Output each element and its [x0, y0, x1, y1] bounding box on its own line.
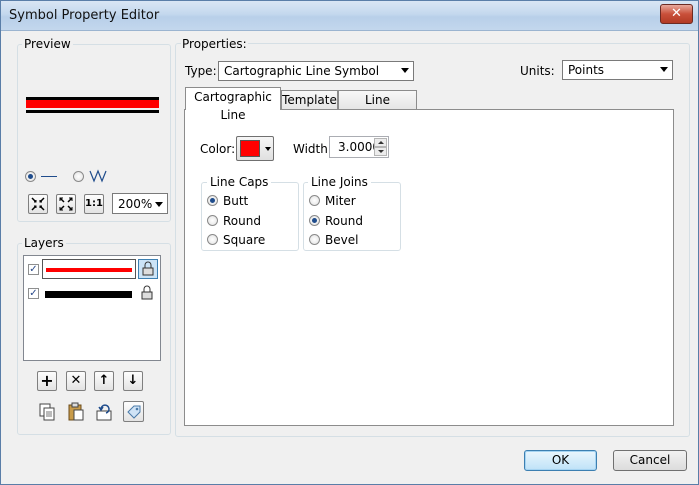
window-title: Symbol Property Editor	[9, 8, 160, 23]
layer-swatch	[42, 259, 136, 279]
zoom-select[interactable]: 200%	[112, 193, 168, 214]
color-picker-button[interactable]	[236, 136, 274, 161]
properties-label: Properties:	[181, 37, 248, 51]
color-label: Color:	[200, 142, 236, 156]
width-spinner[interactable]: 3.0000	[329, 136, 389, 158]
zoom-fit-icon	[59, 197, 73, 211]
zoom-in-icon	[31, 197, 45, 211]
line-mode-icon	[41, 176, 57, 177]
cap-square-radio[interactable]	[207, 234, 218, 245]
join-bevel-label: Bevel	[325, 233, 359, 247]
move-layer-up-button[interactable]: ↑	[94, 371, 114, 391]
actual-size-icon: 1:1	[85, 198, 103, 209]
line-caps-label: Line Caps	[207, 175, 272, 189]
zigzag-mode-icon	[89, 169, 107, 183]
type-select[interactable]: Cartographic Line Symbol	[218, 61, 414, 81]
cap-round-radio[interactable]	[207, 215, 218, 226]
join-miter-radio[interactable]	[309, 195, 320, 206]
lock-icon	[142, 261, 154, 276]
preview-line-bottom	[26, 110, 159, 113]
chevron-down-icon	[378, 150, 384, 153]
preview-label: Preview	[22, 37, 73, 51]
units-select[interactable]: Points	[562, 60, 673, 80]
paste-layer-button[interactable]	[66, 402, 86, 422]
layer-lock-button[interactable]	[138, 259, 158, 279]
preview-mode-zigzag-radio[interactable]	[73, 171, 84, 182]
cancel-button[interactable]: Cancel	[613, 450, 687, 471]
type-value: Cartographic Line Symbol	[224, 64, 380, 78]
cap-butt-label: Butt	[223, 194, 249, 208]
copy-icon	[39, 403, 55, 421]
tab-template[interactable]: Template	[281, 90, 338, 109]
move-layer-down-button[interactable]: ↓	[123, 371, 143, 391]
layers-label: Layers	[22, 236, 66, 250]
cap-square-label: Square	[223, 233, 266, 247]
paste-icon	[68, 402, 84, 421]
join-round-label: Round	[325, 214, 363, 228]
join-round-radio[interactable]	[309, 215, 320, 226]
width-spin-up[interactable]	[374, 138, 387, 147]
layer-visibility-checkbox[interactable]: ✓	[28, 264, 39, 275]
add-layer-button[interactable]: +	[37, 371, 57, 391]
join-bevel-radio[interactable]	[309, 234, 320, 245]
tag-icon	[126, 405, 140, 419]
type-label: Type:	[185, 64, 217, 78]
chevron-up-icon	[378, 141, 384, 144]
color-swatch	[240, 140, 260, 157]
preview-symbol	[26, 97, 159, 114]
lock-icon	[141, 285, 153, 300]
close-button[interactable]: ✕	[660, 4, 693, 24]
cap-butt-radio[interactable]	[207, 195, 218, 206]
join-miter-label: Miter	[325, 194, 356, 208]
width-label: Width:	[293, 142, 332, 156]
chevron-down-icon	[401, 68, 409, 73]
chevron-down-icon	[265, 147, 271, 151]
copy-layer-button[interactable]	[37, 402, 57, 422]
ok-button[interactable]: OK	[524, 450, 597, 471]
tab-line-properties[interactable]: Line Properties	[338, 90, 417, 125]
undo-icon	[96, 404, 112, 421]
actual-size-button[interactable]: 1:1	[84, 194, 104, 214]
zoom-fit-button[interactable]	[56, 194, 76, 214]
symbol-property-editor-window: Symbol Property Editor ✕ Preview 1:1 200…	[0, 0, 699, 485]
chevron-down-icon	[155, 202, 163, 207]
remove-layer-button[interactable]: ✕	[66, 371, 86, 391]
layers-list[interactable]: ✓ ✓	[23, 255, 161, 361]
tag-layer-button[interactable]	[123, 401, 144, 422]
zoom-value: 200%	[118, 197, 153, 211]
chevron-down-icon	[660, 67, 668, 72]
preview-mode-line-radio[interactable]	[25, 171, 36, 182]
undo-layer-button[interactable]	[94, 402, 114, 422]
tab-cartographic-line[interactable]: Cartographic Line	[185, 87, 281, 122]
layer-visibility-checkbox[interactable]: ✓	[28, 288, 39, 299]
layer-row[interactable]: ✓	[24, 258, 160, 280]
preview-line-middle	[26, 100, 159, 108]
layer-row[interactable]: ✓	[24, 282, 160, 304]
title-bar: Symbol Property Editor ✕	[1, 1, 698, 31]
units-label: Units:	[520, 64, 555, 78]
width-spin-down[interactable]	[374, 147, 387, 156]
cap-round-label: Round	[223, 214, 261, 228]
cartographic-line-panel: Color: Width: 3.0000 Line Caps Butt Roun…	[184, 109, 674, 426]
line-joins-label: Line Joins	[308, 175, 371, 189]
layer-line-red	[46, 268, 132, 272]
units-value: Points	[568, 63, 605, 77]
layer-line-black	[45, 291, 132, 298]
layer-lock-button[interactable]	[138, 284, 156, 302]
zoom-in-button[interactable]	[28, 194, 48, 214]
